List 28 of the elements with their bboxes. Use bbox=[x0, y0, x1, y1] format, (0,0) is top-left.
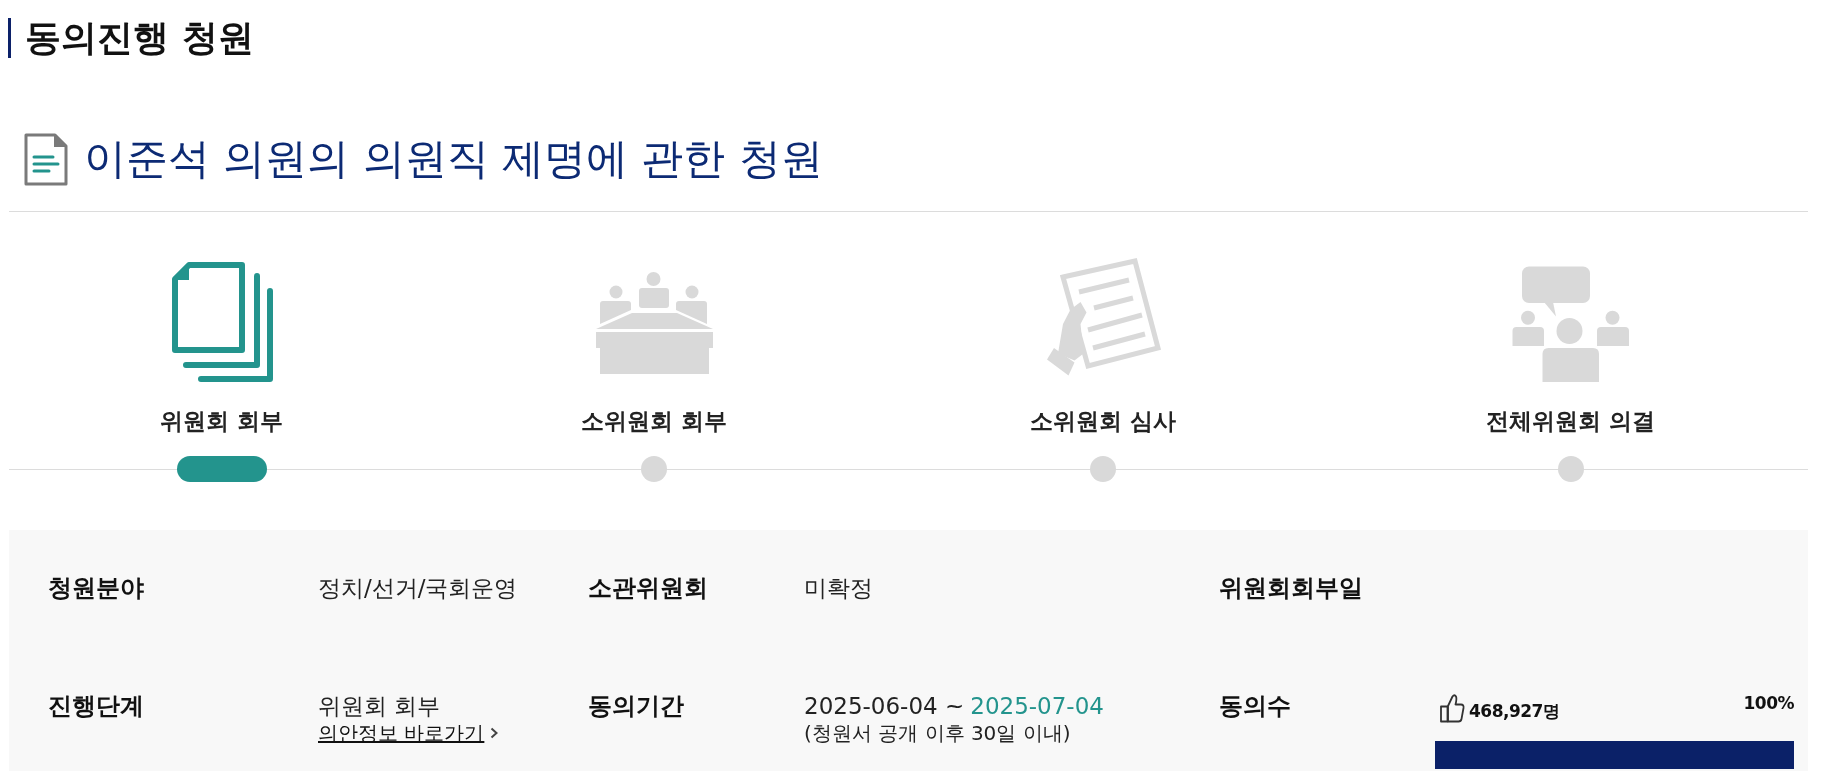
consent-percent: 100% bbox=[1743, 692, 1794, 715]
thumbs-up-icon bbox=[1439, 693, 1465, 723]
petition-title: 이준석 의원의 의원직 제명에 관한 청원 bbox=[84, 133, 823, 185]
field-label: 동의기간 bbox=[588, 691, 684, 721]
field-value: 정치/선거/국회운영 bbox=[318, 574, 518, 603]
hand-holding-document-icon bbox=[1045, 258, 1161, 376]
document-icon bbox=[24, 132, 68, 186]
consent-count: 468,927명 bbox=[1469, 700, 1560, 723]
field-value: 미확정 bbox=[804, 574, 873, 603]
step-label: 전체위원회 의결 bbox=[1486, 407, 1655, 436]
period-note: (청원서 공개 이후 30일 이내) bbox=[804, 721, 1071, 745]
field-label: 위원회회부일 bbox=[1219, 573, 1363, 603]
field-value: 위원회 회부 bbox=[318, 692, 441, 721]
chevron-right-icon bbox=[490, 727, 499, 739]
step-label: 위원회 회부 bbox=[160, 407, 284, 436]
field-label: 동의수 bbox=[1219, 691, 1291, 721]
field-label: 소관위원회 bbox=[588, 573, 708, 603]
start-date: 2025-06-04 ~ bbox=[804, 693, 965, 719]
section-title: 동의진행 청원 bbox=[8, 18, 254, 58]
bill-info-link[interactable]: 의안정보 바로가기 bbox=[318, 721, 499, 745]
stacked-documents-icon bbox=[171, 262, 273, 382]
field-label: 진행단계 bbox=[48, 691, 144, 721]
end-date: 2025-07-04 bbox=[970, 693, 1104, 719]
meeting-table-icon bbox=[595, 272, 713, 374]
field-label: 청원분야 bbox=[48, 573, 144, 603]
step-label: 소위원회 회부 bbox=[581, 407, 727, 436]
people-speech-bubble-icon bbox=[1512, 266, 1629, 382]
step-label: 소위원회 심사 bbox=[1030, 407, 1176, 436]
